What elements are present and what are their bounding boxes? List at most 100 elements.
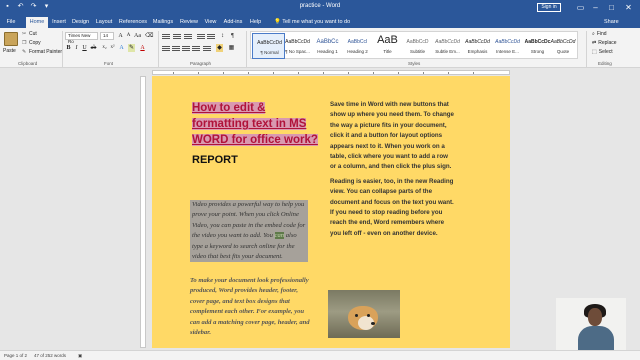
tab-view[interactable]: View	[203, 17, 218, 28]
tell-me-text: Tell me what you want to do	[282, 19, 351, 25]
tab-help[interactable]: Help	[248, 17, 263, 28]
decrease-indent-icon[interactable]	[197, 33, 205, 40]
style-no-spacing[interactable]: AaBbCcDd ¶ No Spac...	[281, 33, 314, 59]
font-name-box[interactable]: Times New Ro	[65, 32, 98, 44]
report-subheading[interactable]: REPORT	[192, 154, 322, 166]
ruler-tick	[348, 72, 349, 74]
dog-picture[interactable]	[328, 290, 400, 338]
bold-icon[interactable]: B	[65, 44, 72, 52]
grow-font-icon[interactable]: A	[117, 32, 124, 40]
page-count[interactable]: Page 1 of 2	[4, 353, 27, 358]
select-button[interactable]: ⬚ Select	[592, 49, 613, 55]
align-right-icon[interactable]	[182, 45, 190, 52]
sign-in-button[interactable]: Sign in	[537, 3, 561, 12]
tell-me-box[interactable]: 💡 Tell me what you want to do	[274, 17, 350, 27]
superscript-icon[interactable]: x²	[109, 44, 116, 52]
change-case-icon[interactable]: Aa	[134, 32, 141, 40]
right-paragraph-1[interactable]: Save time in Word with new buttons that …	[330, 100, 455, 173]
ruler-tick	[298, 72, 299, 74]
ruler-tick	[398, 72, 399, 74]
cut-label: Cut	[29, 31, 37, 37]
style-subtle-emphasis[interactable]: AaBbCcDd Subtle Em...	[431, 33, 464, 59]
clear-formatting-icon[interactable]: ⌫	[145, 32, 153, 40]
format-painter-label: Format Painter	[29, 49, 63, 55]
highlighted-paragraph[interactable]: Video provides a powerful way to help yo…	[190, 200, 308, 263]
shrink-font-icon[interactable]: A	[125, 32, 132, 40]
ribbon-display-icon[interactable]: ▭	[575, 2, 586, 13]
tab-mailings[interactable]: Mailings	[151, 17, 175, 28]
style-subtitle[interactable]: AaBbCcD Subtitle	[401, 33, 434, 59]
find-label: Find	[596, 31, 607, 37]
underline-icon[interactable]: U	[81, 44, 88, 52]
style-sample: AaBbCc	[316, 39, 339, 45]
tab-insert[interactable]: Insert	[50, 17, 68, 28]
numbering-icon[interactable]	[173, 33, 181, 40]
italic-icon[interactable]: I	[73, 44, 80, 52]
find-button[interactable]: ⌕ Find	[592, 31, 607, 37]
style-name: Intense E...	[496, 49, 519, 54]
bullets-icon[interactable]	[162, 33, 170, 40]
style-heading-1[interactable]: AaBbCc Heading 1	[311, 33, 344, 59]
show-marks-icon[interactable]: ¶	[229, 32, 236, 40]
style-name: Subtitle	[409, 49, 425, 54]
style-sample: AaB	[377, 35, 398, 45]
style-intense-emphasis[interactable]: AaBbCcDd Intense E...	[491, 33, 524, 59]
paste-icon[interactable]	[4, 32, 18, 46]
align-center-icon[interactable]	[172, 45, 180, 52]
copy-label: Copy	[29, 40, 41, 46]
close-button[interactable]: ✕	[623, 2, 634, 13]
line-spacing-icon[interactable]	[203, 45, 211, 52]
heading-text: How to edit & formatting text in MS WORD…	[192, 102, 318, 146]
tab-home[interactable]: Home	[26, 17, 48, 28]
borders-icon[interactable]: ▦	[228, 44, 235, 52]
tab-add-ins[interactable]: Add-ins	[222, 17, 244, 28]
cut-button[interactable]: ✂ Cut	[22, 31, 37, 37]
subscript-icon[interactable]: x₂	[101, 44, 108, 52]
sort-icon[interactable]: ↕	[219, 32, 226, 40]
justify-icon[interactable]	[192, 45, 200, 52]
multilevel-list-icon[interactable]	[184, 33, 192, 40]
editing-group-label: Editing	[598, 61, 612, 66]
search-icon: ⌕	[592, 31, 595, 37]
right-paragraph-2[interactable]: Reading is easier, too, in the new Readi…	[330, 177, 455, 239]
ribbon-tabs: File Home Insert Design Layout Reference…	[0, 15, 640, 28]
paste-button-label[interactable]: Paste	[3, 48, 16, 54]
left-paragraph-2[interactable]: To make your document look professionall…	[190, 276, 310, 338]
share-button[interactable]: Share	[604, 17, 619, 27]
presenter-face	[588, 308, 602, 326]
tab-file[interactable]: File	[4, 17, 18, 28]
style-emphasis[interactable]: AaBbCcDd Emphasis	[461, 33, 494, 59]
tab-references[interactable]: References	[118, 17, 148, 28]
minimize-button[interactable]: –	[590, 2, 601, 13]
copy-icon: ❐	[22, 39, 27, 46]
font-color-icon[interactable]: A	[139, 44, 146, 52]
tab-design[interactable]: Design	[71, 17, 90, 28]
style-sample: AaBbCcD	[406, 39, 429, 45]
style-sample: AaBbCcDd	[435, 39, 460, 45]
highlight-color-icon[interactable]: ✎	[128, 44, 135, 52]
copy-button[interactable]: ❐ Copy	[22, 40, 41, 46]
status-bar: Page 1 of 2 47 of 252 words ▣	[0, 350, 640, 360]
ruler-bar[interactable]	[152, 70, 510, 75]
style-sample: AaBbCcDd	[495, 39, 520, 45]
style-quote[interactable]: AaBbCcDd Quote	[548, 33, 578, 59]
style-title[interactable]: AaB Title	[371, 33, 404, 59]
document-page[interactable]: How to edit & formatting text in MS WORD…	[152, 76, 510, 348]
tab-layout[interactable]: Layout	[94, 17, 114, 28]
document-heading[interactable]: How to edit & formatting text in MS WORD…	[192, 100, 322, 148]
maximize-button[interactable]: □	[606, 2, 617, 13]
proofing-icon[interactable]: ▣	[78, 353, 82, 359]
strikethrough-icon[interactable]: ab	[90, 44, 97, 52]
text-effects-icon[interactable]: A	[118, 44, 125, 52]
replace-button[interactable]: ⇄ Replace	[592, 40, 617, 46]
align-left-icon[interactable]	[162, 45, 170, 52]
tab-review[interactable]: Review	[179, 17, 199, 28]
style-heading-2[interactable]: AaBbCcI Heading 2	[341, 33, 374, 59]
font-size-box[interactable]: 14	[100, 32, 114, 40]
increase-indent-icon[interactable]	[207, 33, 215, 40]
format-painter-button[interactable]: ✎ Format Painter	[22, 49, 62, 55]
word-count[interactable]: 47 of 252 words	[34, 353, 66, 358]
shading-icon[interactable]: ◆	[216, 44, 223, 52]
left-column: How to edit & formatting text in MS WORD…	[192, 100, 322, 166]
styles-gallery: AaBbCcDd ¶ Normal AaBbCcDd ¶ No Spac... Aa…	[250, 31, 578, 59]
